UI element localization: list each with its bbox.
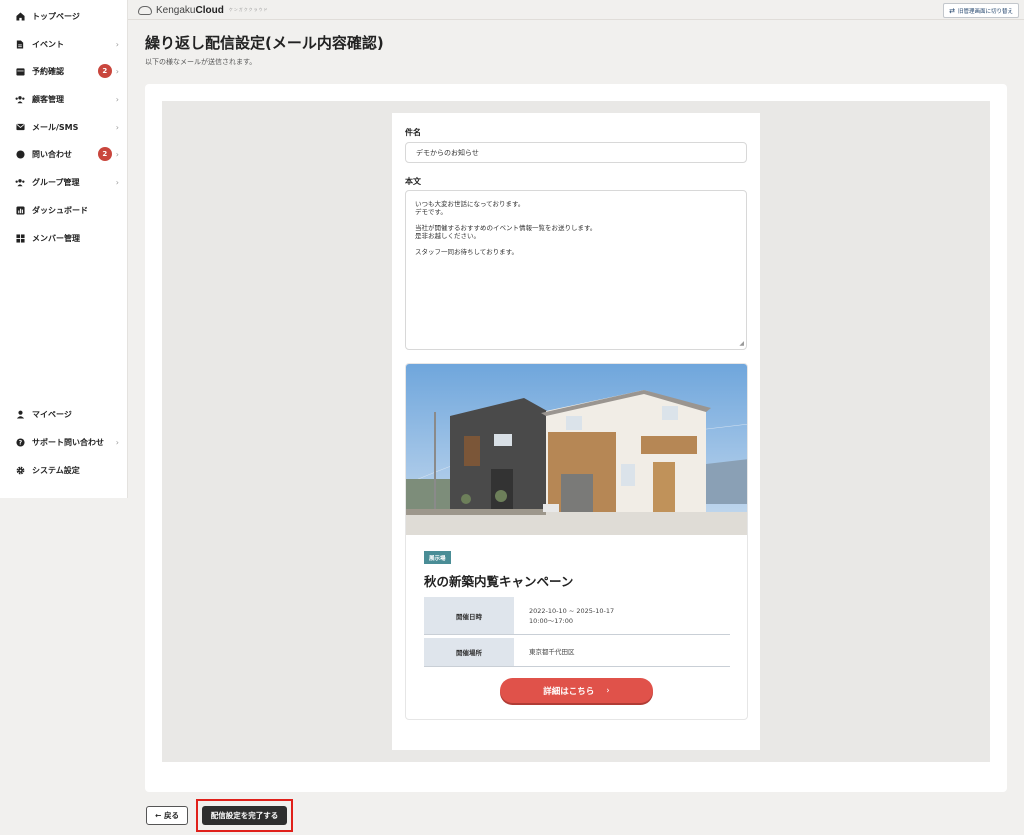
chevron-right-icon: › xyxy=(115,66,119,76)
body-textarea[interactable]: いつも大変お世話になっております。 デモです。 当社が開催するおすすめのイベント… xyxy=(405,190,747,350)
sidebar-item-mail-sms[interactable]: メール/SMS › xyxy=(14,118,119,136)
event-location: 東京都千代田区 xyxy=(529,648,575,656)
home-icon xyxy=(14,11,26,21)
chevron-right-icon: › xyxy=(115,437,119,447)
sidebar-item-support[interactable]: ? サポート問い合わせ › xyxy=(14,433,119,451)
person-icon xyxy=(14,410,26,419)
highlight-frame: 配信設定を完了する xyxy=(196,799,293,832)
users-icon xyxy=(14,95,26,104)
sidebar-item-group[interactable]: グループ管理 › xyxy=(14,173,119,191)
document-icon xyxy=(14,39,26,49)
sidebar-item-label: イベント xyxy=(32,39,64,49)
body-line: スタッフ一同お待ちしております。 xyxy=(415,248,518,256)
chevron-right-icon: › xyxy=(115,122,119,132)
details-button[interactable]: 詳細はこちら › xyxy=(500,678,653,703)
sidebar-item-label: トップページ xyxy=(32,11,80,21)
chart-icon xyxy=(14,205,26,215)
group-icon xyxy=(14,178,26,187)
chevron-right-icon: › xyxy=(115,94,119,104)
row-value: 2022-10-10 ~ 2025-10-17 10:00〜17:00 xyxy=(529,597,730,634)
page-subtitle: 以下の様なメールが送信されます。 xyxy=(145,58,257,66)
calendar-icon xyxy=(14,67,26,76)
event-time: 10:00〜17:00 xyxy=(529,616,573,625)
sidebar-item-event[interactable]: イベント › xyxy=(14,35,119,53)
body-line: 当社が開催するおすすめのイベント情報一覧をお送りします。 xyxy=(415,224,597,232)
notification-badge: 2 xyxy=(97,147,112,161)
chevron-right-icon: › xyxy=(606,685,610,696)
sidebar-item-label: 予約確認 xyxy=(32,66,64,76)
sidebar-item-label: グループ管理 xyxy=(32,177,80,187)
brand-tagline: ケンガククラウド xyxy=(228,7,269,12)
switch-icon: ⇄ xyxy=(949,6,955,15)
brand-name-bold: Cloud xyxy=(195,4,224,16)
sidebar-item-top-page[interactable]: トップページ xyxy=(14,7,119,25)
row-header: 開催日時 xyxy=(424,597,514,634)
subject-label: 件名 xyxy=(405,128,421,137)
chevron-right-icon: › xyxy=(115,149,119,159)
event-photo xyxy=(406,364,747,535)
gear-icon xyxy=(14,466,26,475)
sidebar-item-mypage[interactable]: マイページ xyxy=(14,405,119,423)
switch-legacy-admin-label: 旧管理画面に切り替え xyxy=(957,8,1013,15)
back-button[interactable]: ← 戻る xyxy=(146,806,188,825)
app-logo[interactable]: Kengaku Cloud ケンガククラウド xyxy=(138,3,269,17)
row-value: 東京都千代田区 xyxy=(529,638,730,666)
brand-name-light: Kengaku xyxy=(156,4,196,16)
sidebar-item-label: システム設定 xyxy=(32,465,80,475)
body-line xyxy=(415,216,737,224)
sidebar-item-label: サポート問い合わせ xyxy=(32,437,104,447)
notification-badge: 2 xyxy=(97,64,112,78)
sidebar-item-reservation[interactable]: 予約確認 2 › xyxy=(14,62,119,80)
sidebar-item-label: 問い合わせ xyxy=(32,149,72,159)
sidebar-item-label: ダッシュボード xyxy=(32,205,88,215)
event-datetime-range: 2022-10-10 ~ 2025-10-17 xyxy=(529,606,615,615)
subject-field[interactable] xyxy=(405,142,747,163)
sidebar-item-system-settings[interactable]: システム設定 xyxy=(14,461,119,479)
sidebar-item-label: 顧客管理 xyxy=(32,94,64,104)
sidebar-item-label: メンバー管理 xyxy=(32,233,80,243)
page-title: 繰り返し配信設定(メール内容確認) xyxy=(145,34,384,52)
sidebar-item-customers[interactable]: 顧客管理 › xyxy=(14,90,119,108)
sidebar-item-label: マイページ xyxy=(32,409,72,419)
mail-icon xyxy=(14,123,26,131)
complete-delivery-settings-button[interactable]: 配信設定を完了する xyxy=(202,806,287,825)
grid-icon xyxy=(14,233,26,243)
row-header: 開催場所 xyxy=(424,638,514,666)
table-row: 開催日時 2022-10-10 ~ 2025-10-17 10:00〜17:00 xyxy=(424,597,730,635)
sidebar-item-members[interactable]: メンバー管理 xyxy=(14,229,119,247)
help-icon: ? xyxy=(14,437,26,447)
body-line: いつも大変お世話になっております。 xyxy=(415,200,525,208)
resize-handle-icon[interactable]: ◢ xyxy=(739,340,744,347)
details-button-label: 詳細はこちら xyxy=(543,686,595,697)
chevron-right-icon: › xyxy=(115,177,119,187)
cloud-logo-icon xyxy=(138,5,152,15)
event-category-tag: 展示場 xyxy=(424,551,451,564)
sidebar-item-label: メール/SMS xyxy=(32,122,79,132)
event-title: 秋の新築内覧キャンペーン xyxy=(424,574,574,589)
body-line: 是非お越しください。 xyxy=(415,232,480,240)
sidebar-item-inquiry[interactable]: 問い合わせ 2 › xyxy=(14,145,119,163)
body-label: 本文 xyxy=(405,177,421,186)
body-line: デモです。 xyxy=(415,208,447,216)
chat-icon xyxy=(14,149,26,159)
header-divider xyxy=(128,19,1024,20)
event-card: 展示場 秋の新築内覧キャンペーン 開催日時 2022-10-10 ~ 2025-… xyxy=(405,363,748,720)
chevron-right-icon: › xyxy=(115,39,119,49)
switch-legacy-admin-button[interactable]: ⇄ 旧管理画面に切り替え xyxy=(943,3,1019,18)
body-line xyxy=(415,240,737,248)
sidebar-item-dashboard[interactable]: ダッシュボード xyxy=(14,201,119,219)
table-row: 開催場所 東京都千代田区 xyxy=(424,638,730,667)
sidebar: トップページ イベント › 予約確認 2 › 顧客管理 › メール/SMS › … xyxy=(0,0,128,498)
